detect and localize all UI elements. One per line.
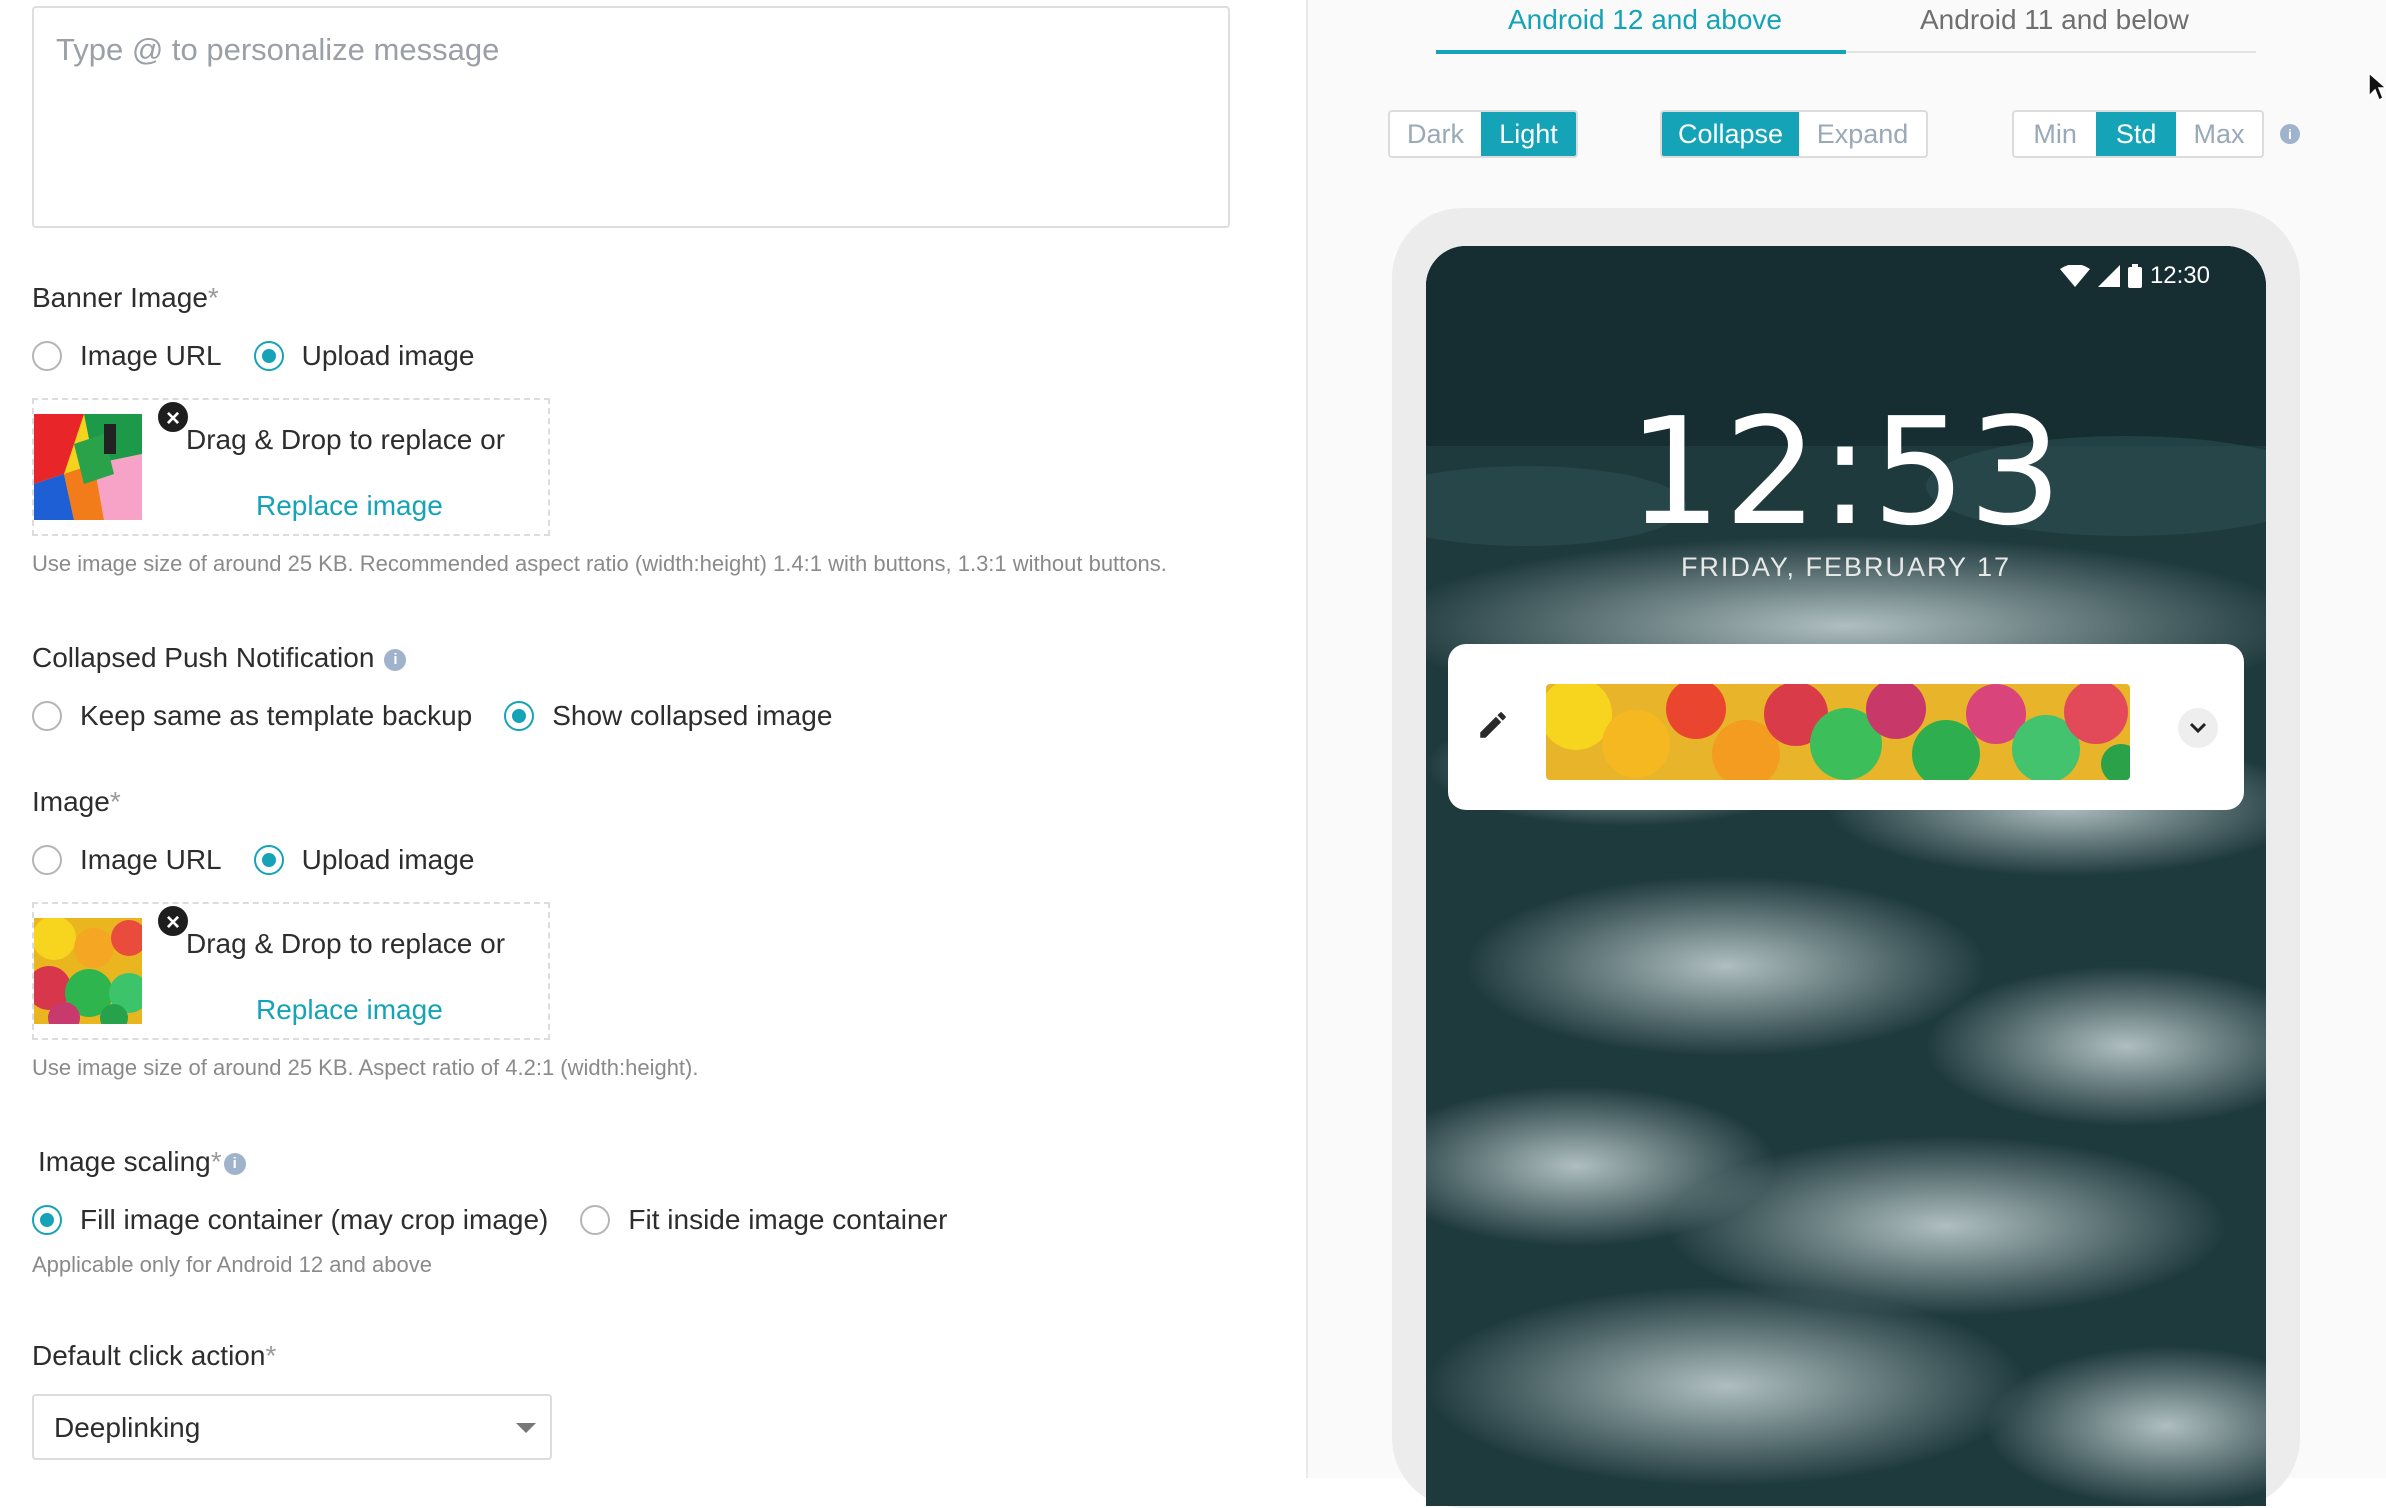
status-bar: 12:30 <box>2059 262 2210 290</box>
radio-button[interactable] <box>32 341 62 371</box>
collapsed-notification-image <box>1546 684 2130 780</box>
select-value: Deeplinking <box>54 1412 201 1443</box>
fit-inside-option[interactable]: Fit inside image container <box>580 1204 947 1236</box>
size-min-button[interactable]: Min <box>2014 112 2096 156</box>
image-dropzone[interactable]: × Drag & Drop to replace or Replace imag… <box>32 902 550 1040</box>
radio-button-selected[interactable] <box>32 1205 62 1235</box>
radio-button[interactable] <box>32 845 62 875</box>
banner-image-help: Use image size of around 25 KB. Recommen… <box>32 551 1167 576</box>
info-icon[interactable]: i <box>384 648 407 671</box>
default-click-label: Default click action* <box>32 1340 276 1372</box>
image-scaling-label-text: Image scaling <box>38 1146 211 1177</box>
size-max-button[interactable]: Max <box>2176 112 2262 156</box>
image-label: Image* <box>32 786 121 818</box>
image-label-text: Image <box>32 786 110 817</box>
upload-image-option[interactable]: Upload image <box>253 844 475 876</box>
info-icon[interactable]: i <box>2280 124 2300 144</box>
radio-button-selected[interactable] <box>504 701 535 731</box>
replace-image-link[interactable]: Replace image <box>256 994 443 1026</box>
default-click-select[interactable]: Deeplinking <box>32 1394 552 1460</box>
required-mark: * <box>109 786 121 817</box>
default-click-label-text: Default click action <box>32 1340 266 1371</box>
banner-upload-image-option[interactable]: Upload image <box>253 340 475 372</box>
required-mark: * <box>265 1340 277 1371</box>
active-tab-indicator <box>1436 50 1846 54</box>
option-label: Fill image container (may crop image) <box>80 1204 549 1235</box>
radio-button-selected[interactable] <box>253 341 284 371</box>
keep-same-option[interactable]: Keep same as template backup <box>32 700 472 732</box>
banner-image-label: Banner Image* <box>32 282 219 314</box>
drag-drop-text: Drag & Drop to replace or <box>186 424 506 455</box>
mouse-cursor-icon <box>2368 72 2386 102</box>
option-label: Image URL <box>80 844 222 875</box>
option-label: Keep same as template backup <box>80 700 473 731</box>
status-time: 12:30 <box>2149 262 2210 289</box>
image-source: Image URL Upload image <box>32 844 506 876</box>
push-notification-preview[interactable] <box>1448 644 2244 810</box>
theme-dark-button[interactable]: Dark <box>1390 112 1481 156</box>
collapsed-push-label-text: Collapsed Push Notification <box>32 642 375 673</box>
lockscreen-date: FRIDAY, FEBRUARY 17 <box>1680 552 2012 582</box>
image-scaling-options: Fill image container (may crop image) Fi… <box>32 1204 979 1236</box>
drag-drop-text: Drag & Drop to replace or <box>186 928 506 959</box>
image-scaling-label: Image scaling* i <box>38 1146 246 1178</box>
chevron-down-icon <box>516 1423 536 1433</box>
form-pane: Type @ to personalize message Banner Ima… <box>0 0 1306 1478</box>
option-label: Show collapsed image <box>552 700 833 731</box>
theme-light-button[interactable]: Light <box>1481 112 1576 156</box>
option-label: Fit inside image container <box>628 1204 948 1235</box>
pencil-icon <box>1480 712 1506 738</box>
theme-toggle: Dark Light <box>1388 110 1578 158</box>
banner-image-url-option[interactable]: Image URL <box>32 340 222 372</box>
state-toggle: Collapse Expand <box>1660 110 1928 158</box>
tab-android-11[interactable]: Android 11 and below <box>1920 4 2189 36</box>
required-mark: * <box>207 282 219 313</box>
banner-image-dropzone[interactable]: × Drag & Drop to replace or Replace imag… <box>32 398 550 536</box>
image-scaling-help: Applicable only for Android 12 and above <box>32 1252 432 1277</box>
battery-icon <box>2127 264 2142 288</box>
image-thumbnail <box>34 918 142 1024</box>
tab-android-12[interactable]: Android 12 and above <box>1508 4 1782 36</box>
option-label: Upload image <box>301 844 475 875</box>
remove-banner-image-icon[interactable]: × <box>156 400 190 434</box>
option-label: Upload image <box>301 340 475 371</box>
banner-image-thumbnail <box>34 414 142 520</box>
info-icon[interactable]: i <box>223 1152 246 1175</box>
required-mark: * <box>210 1146 222 1177</box>
replace-banner-image-link[interactable]: Replace image <box>256 490 443 522</box>
fill-container-option[interactable]: Fill image container (may crop image) <box>32 1204 548 1236</box>
message-placeholder: Type @ to personalize message <box>56 32 500 67</box>
radio-button[interactable] <box>32 701 62 731</box>
show-collapsed-option[interactable]: Show collapsed image <box>504 700 832 732</box>
wifi-icon <box>2059 265 2090 287</box>
collapsed-push-label: Collapsed Push Notification i <box>32 642 407 674</box>
radio-button[interactable] <box>580 1205 611 1235</box>
size-std-button[interactable]: Std <box>2096 112 2177 156</box>
message-textarea[interactable]: Type @ to personalize message <box>32 6 1230 228</box>
size-toggle: Min Std Max <box>2012 110 2264 158</box>
expand-button[interactable]: Expand <box>1799 112 1926 156</box>
expand-chevron-icon[interactable] <box>2178 708 2218 748</box>
phone-lockscreen: 12:30 12:53 FRIDAY, FEBRUARY 17 <box>1426 246 2266 1506</box>
collapse-button[interactable]: Collapse <box>1662 112 1800 156</box>
image-help: Use image size of around 25 KB. Aspect r… <box>32 1055 699 1080</box>
signal-icon <box>2097 265 2120 287</box>
option-label: Image URL <box>80 340 222 371</box>
collapsed-push-options: Keep same as template backup Show collap… <box>32 700 864 732</box>
image-url-option[interactable]: Image URL <box>32 844 222 876</box>
banner-image-source: Image URL Upload image <box>32 340 506 372</box>
radio-button-selected[interactable] <box>253 845 284 875</box>
lockscreen-clock: 12:53 <box>1627 386 2065 558</box>
remove-image-icon[interactable]: × <box>156 904 190 938</box>
banner-image-label-text: Banner Image <box>32 282 208 313</box>
